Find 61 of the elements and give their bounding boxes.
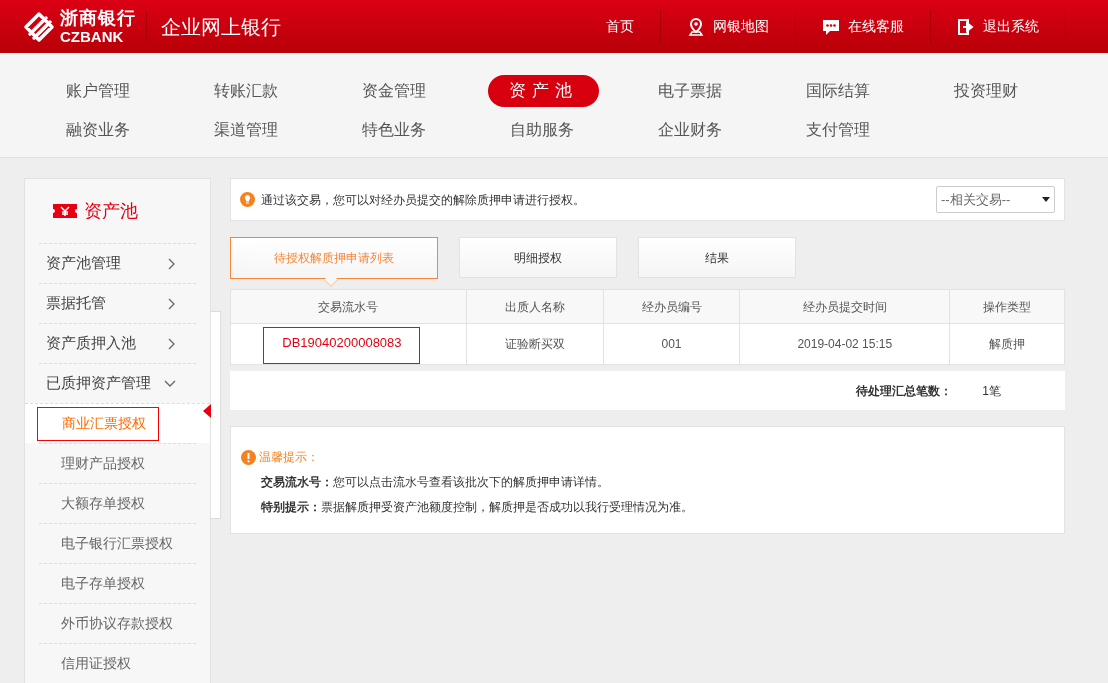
sidebar-subitem[interactable]: 外币协议存款授权 — [39, 613, 173, 634]
site-title: 企业网上银行 — [161, 14, 281, 40]
header-link[interactable]: 退出系统 — [931, 16, 1065, 37]
nav-tab[interactable]: 特色业务 — [340, 114, 451, 146]
table-cell: 解质押 — [989, 337, 1026, 351]
tip-text: 交易流水号：您可以点击流水号查看该批次下的解质押申请详情。 — [261, 474, 610, 491]
sidebar-item[interactable]: 资产质押入池 — [39, 323, 196, 363]
nav-tab[interactable]: 投资理财 — [932, 75, 1043, 107]
chevron-right-icon — [168, 257, 176, 270]
summary-value: 1笔 — [982, 382, 1001, 400]
sidebar-item[interactable]: 资产池管理 — [39, 243, 196, 283]
sidebar-item[interactable]: 票据托管 — [39, 283, 196, 323]
nav-tab[interactable]: 渠道管理 — [192, 114, 303, 146]
exit-icon — [957, 17, 975, 36]
sidebar-subitem[interactable]: 信用证授权 — [39, 653, 131, 674]
alert-icon — [241, 449, 256, 465]
lightbulb-icon — [240, 192, 255, 207]
column-header: 经办员编号 — [603, 289, 740, 324]
tip-text: 特别提示：票据解质押受资产池额度控制，解质押是否成功以我行受理情况为准。 — [261, 499, 694, 516]
related-select[interactable]: --相关交易-- — [936, 186, 1055, 213]
header-link[interactable]: 网银地图 — [661, 16, 795, 37]
nav-tab[interactable]: 自助服务 — [488, 114, 599, 146]
table-cell: 2019-04-02 15:15 — [797, 337, 893, 351]
table-cell: 001 — [661, 337, 682, 351]
ticket-icon — [52, 203, 78, 219]
column-header: 出质人名称 — [466, 289, 604, 324]
step-tab[interactable]: 结果 — [638, 237, 796, 278]
bank-name-latin: CZBANK — [60, 29, 125, 44]
nav-tab[interactable]: 支付管理 — [784, 114, 895, 146]
nav-tab[interactable]: 电子票据 — [636, 75, 747, 107]
bank-logo-icon — [22, 9, 56, 44]
sidebar-subitem[interactable]: 电子存单授权 — [39, 573, 145, 594]
sidebar-subitem[interactable]: 电子银行汇票授权 — [39, 533, 173, 554]
sidebar-subitem[interactable]: 大额存单授权 — [39, 493, 145, 514]
column-header: 操作类型 — [949, 289, 1065, 324]
transaction-link[interactable]: DB19040200008083 — [263, 327, 421, 364]
dropdown-icon — [1042, 197, 1050, 202]
bank-name: 浙商银行 — [60, 9, 136, 27]
sidebar-title: 资产池 — [84, 199, 138, 223]
chevron-right-icon — [168, 297, 176, 310]
column-header: 交易流水号 — [230, 289, 467, 324]
nav-tab[interactable]: 资金管理 — [340, 75, 451, 107]
step-tab[interactable]: 明细授权 — [459, 237, 617, 278]
info-text: 通过该交易，您可以对经办员提交的解除质押申请进行授权。 — [261, 191, 585, 209]
header-link[interactable]: 在线客服 — [796, 16, 930, 37]
tips-title: 温馨提示： — [259, 449, 319, 466]
nav-tab[interactable]: 转账汇款 — [192, 75, 303, 107]
nav-tab[interactable]: 国际结算 — [784, 75, 895, 107]
column-header: 经办员提交时间 — [739, 289, 950, 324]
summary-label: 待处理汇总笔数： — [856, 382, 953, 400]
chevron-down-icon — [164, 379, 176, 388]
table-cell: 证验断买双 — [504, 337, 565, 351]
nav-tab[interactable]: 融资业务 — [44, 114, 155, 146]
nav-tab[interactable]: 资产池 — [488, 75, 599, 107]
chat-bubble-icon — [822, 17, 840, 36]
nav-tab[interactable]: 企业财务 — [636, 114, 747, 146]
sidebar-subitem[interactable]: 理财产品授权 — [39, 453, 145, 474]
location-pin-icon — [687, 17, 705, 36]
nav-tab[interactable]: 账户管理 — [44, 75, 155, 107]
header-link[interactable]: 首页 — [580, 16, 660, 37]
chevron-right-icon — [168, 337, 176, 350]
